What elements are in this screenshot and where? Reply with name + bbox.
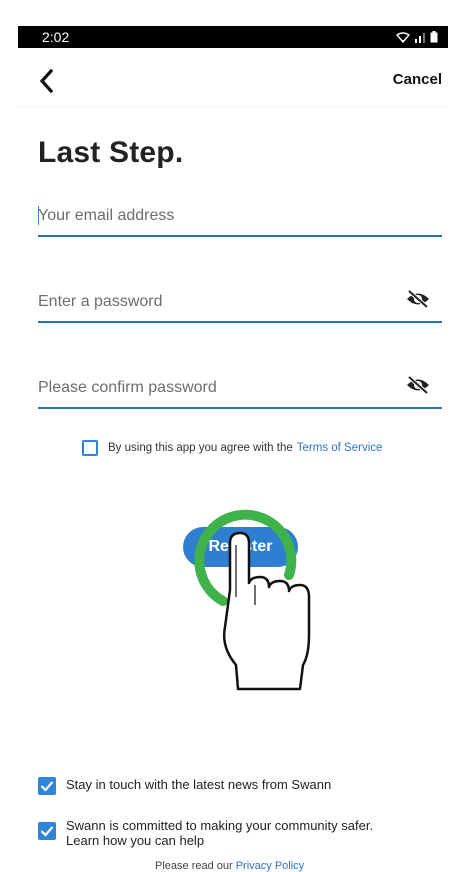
- confirm-password-visibility-toggle[interactable]: [406, 375, 430, 395]
- password-input[interactable]: [38, 289, 378, 315]
- checkmark-icon: [40, 826, 54, 837]
- eye-off-icon: [407, 289, 429, 309]
- terms-row: By using this app you agree with the Ter…: [82, 438, 382, 458]
- terms-checkbox[interactable]: [82, 440, 98, 456]
- nav-bar: Cancel: [18, 50, 448, 108]
- email-input[interactable]: [38, 203, 378, 229]
- terms-of-service-link[interactable]: Terms of Service: [297, 442, 383, 454]
- status-bar: 2:02: [18, 26, 448, 48]
- nav-divider: [18, 106, 448, 108]
- confirm-password-input[interactable]: [38, 375, 378, 401]
- wifi-icon: [396, 31, 410, 43]
- page-title: Last Step.: [38, 136, 184, 169]
- community-label-line2: Learn how you can help: [66, 833, 205, 848]
- confirm-password-field: [38, 375, 442, 409]
- password-field: [38, 289, 442, 323]
- privacy-policy-link[interactable]: Privacy Policy: [236, 860, 304, 872]
- community-label-line1: Swann is committed to making your commun…: [66, 818, 374, 833]
- status-icons: [396, 31, 438, 43]
- checkmark-icon: [40, 781, 54, 792]
- password-visibility-toggle[interactable]: [406, 289, 430, 309]
- status-time: 2:02: [42, 29, 70, 45]
- eye-off-icon: [407, 375, 429, 395]
- newsletter-label: Stay in touch with the latest news from …: [66, 777, 332, 792]
- back-chevron-icon: [39, 68, 54, 94]
- cancel-button[interactable]: Cancel: [393, 71, 442, 88]
- back-button[interactable]: [36, 68, 58, 94]
- text-caret: [38, 206, 39, 225]
- newsletter-checkbox[interactable]: [38, 777, 56, 795]
- privacy-prefix: Please read our: [155, 860, 236, 872]
- terms-text: By using this app you agree with the: [108, 442, 293, 454]
- privacy-notice: Please read our Privacy Policy: [155, 860, 304, 872]
- signal-icon: [415, 32, 425, 43]
- battery-icon: [430, 31, 438, 43]
- newsletter-option: Stay in touch with the latest news from …: [38, 777, 331, 795]
- email-field: [38, 203, 442, 237]
- register-button[interactable]: Register: [183, 527, 298, 567]
- community-option: Swann is committed to making your commun…: [38, 818, 373, 848]
- community-label: Swann is committed to making your commun…: [66, 818, 373, 848]
- community-checkbox[interactable]: [38, 822, 56, 840]
